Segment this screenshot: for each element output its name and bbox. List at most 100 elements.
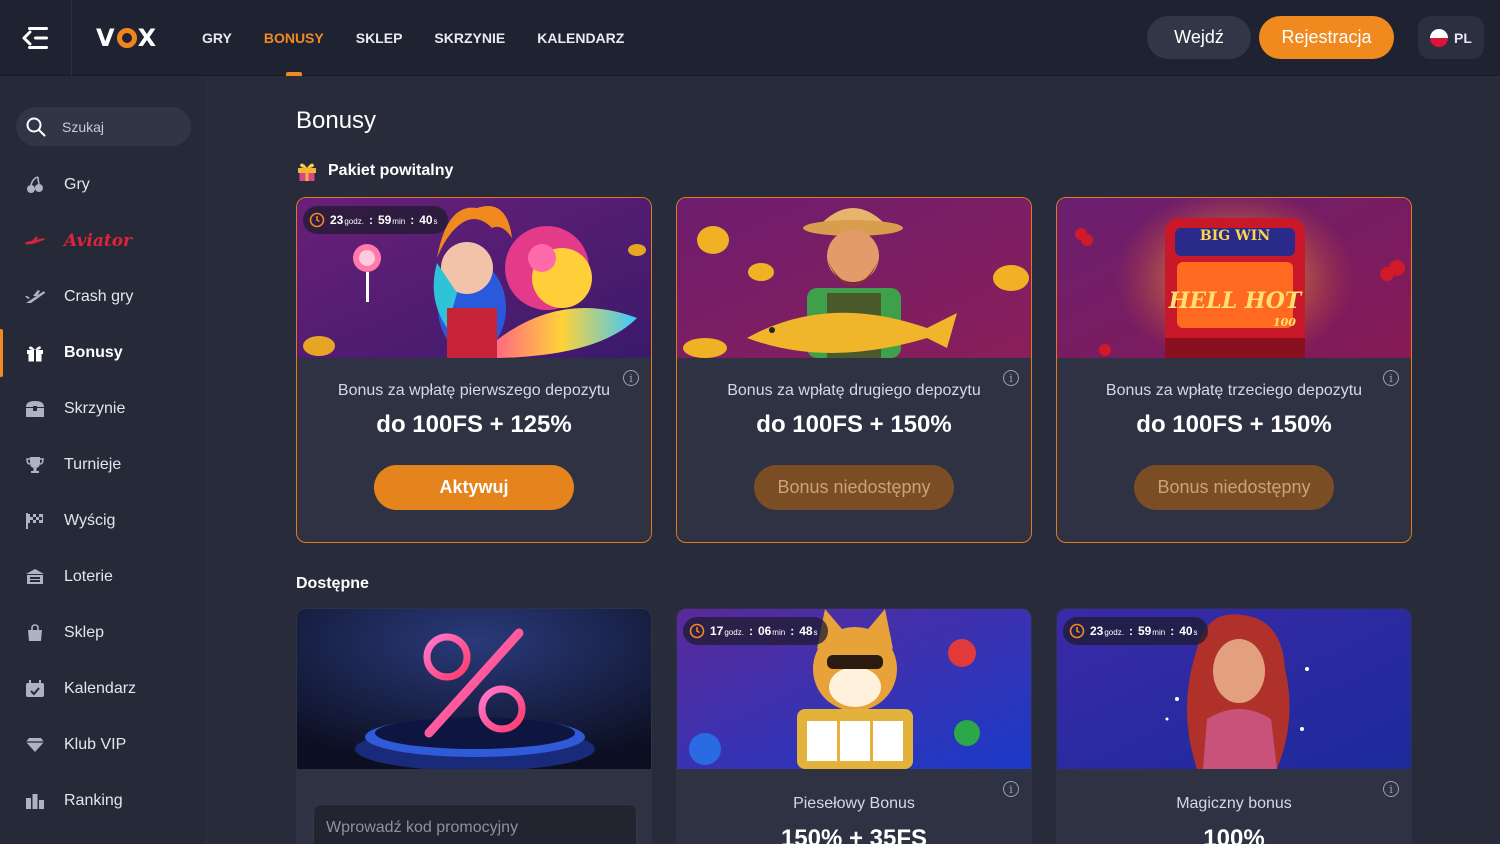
nav-gry[interactable]: GRY: [186, 0, 248, 76]
sidebar-toggle-button[interactable]: [0, 0, 72, 76]
search-icon: [26, 117, 46, 136]
nav-sklep[interactable]: SKLEP: [340, 0, 419, 76]
trophy-icon: [24, 454, 46, 476]
promo-code-card: Wprowadź kod promocyjny: [296, 608, 652, 844]
register-button[interactable]: Rejestracja: [1259, 16, 1394, 59]
language-selector[interactable]: PL: [1418, 16, 1484, 59]
countdown-timer: 23godz. : 59min : 40s: [1063, 617, 1208, 645]
bonus-value: do 100FS + 150%: [756, 411, 952, 438]
welcome-section-heading: Pakiet powitalny: [296, 160, 453, 182]
big-win-text: BIG WIN: [1199, 228, 1271, 244]
bonus-description: Bonus za wpłatę drugiego depozytu: [727, 382, 981, 399]
logo-o-mark: [116, 28, 137, 48]
slot-logo-text: HELL HOT: [1168, 288, 1302, 314]
race-flag-icon: [24, 510, 46, 532]
top-header: VX GRY BONUSY SKLEP SKRZYNIE KALENDARZ W…: [0, 0, 1500, 76]
shopping-bag-icon: [24, 622, 46, 644]
bonus-card-pieselowy: 17godz. : 06min : 48s i Piesełowy Bonus …: [676, 608, 1032, 844]
timer-minutes: 06min: [757, 624, 786, 638]
bonus-banner-dog: 17godz. : 06min : 48s: [677, 609, 1031, 769]
clock-icon: [309, 212, 325, 228]
timer-seconds: 48s: [799, 624, 818, 638]
search-placeholder: Szukaj: [62, 118, 105, 135]
gift-icon: [298, 163, 316, 181]
sidebar-item-klub-vip[interactable]: Klub VIP: [0, 717, 206, 773]
timer-minutes: 59min: [377, 213, 406, 227]
sidebar-item-label: Turnieje: [64, 456, 122, 473]
timer-seconds: 40s: [419, 213, 438, 227]
promo-banner-percent: [297, 609, 651, 769]
brand-logo[interactable]: VX: [96, 24, 157, 52]
sidebar-item-turnieje[interactable]: Turnieje: [0, 437, 206, 493]
countdown-timer: 23godz. : 59min : 40s: [303, 206, 448, 234]
bonus-value: 150% + 35FS: [780, 825, 928, 844]
timer-minutes: 59min: [1137, 624, 1166, 638]
promo-code-input[interactable]: Wprowadź kod promocyjny: [313, 804, 637, 844]
bonus-unavailable-button[interactable]: Bonus niedostępny: [754, 465, 954, 510]
bonus-card-second-deposit: i Bonus za wpłatę drugiego depozytu do 1…: [676, 197, 1032, 543]
bonus-description: Bonus za wpłatę pierwszego depozytu: [337, 382, 611, 399]
search-input[interactable]: Szukaj: [16, 107, 191, 146]
ranking-icon: [24, 790, 46, 812]
sidebar-item-crash-gry[interactable]: Crash gry: [0, 269, 206, 325]
sidebar-item-bonusy[interactable]: Bonusy: [0, 325, 206, 381]
cherry-icon: [24, 174, 46, 196]
sidebar-item-label: Sklep: [64, 624, 105, 641]
sidebar-menu: Gry Aviator Crash gry Bonusy Skrzynie Tu…: [0, 157, 206, 829]
sidebar-item-label: Gry: [64, 176, 90, 193]
bonus-unavailable-button[interactable]: Bonus niedostępny: [1134, 465, 1334, 510]
sidebar-item-skrzynie[interactable]: Skrzynie: [0, 381, 206, 437]
sidebar-item-label: Loterie: [64, 568, 113, 585]
nav-bonusy[interactable]: BONUSY: [248, 0, 340, 76]
sidebar-item-label: Crash gry: [64, 288, 134, 305]
sidebar-item-sklep[interactable]: Sklep: [0, 605, 206, 661]
bonus-banner-fisherman: [677, 198, 1031, 358]
sidebar-item-aviator[interactable]: Aviator: [0, 213, 206, 269]
collapse-menu-icon: [22, 27, 48, 49]
chest-icon: [24, 398, 46, 420]
available-section-heading: Dostępne: [296, 575, 369, 593]
sidebar-item-label: Wyścig: [64, 512, 116, 529]
clock-icon: [1069, 623, 1085, 639]
language-code: PL: [1454, 29, 1472, 46]
clock-icon: [689, 623, 705, 639]
bonus-value: 100%: [1203, 825, 1265, 844]
welcome-section-title: Pakiet powitalny: [328, 162, 454, 179]
bonus-value: do 100FS + 150%: [1136, 411, 1332, 438]
sidebar-item-label: Skrzynie: [64, 400, 126, 417]
bonus-description: Piesełowy Bonus: [793, 795, 915, 812]
bonus-description: Bonus za wpłatę trzeciego depozytu: [1105, 382, 1363, 399]
plane-icon: [24, 230, 46, 252]
sidebar-item-wyscig[interactable]: Wyścig: [0, 493, 206, 549]
sidebar-item-label: Ranking: [64, 792, 123, 809]
sidebar-item-label: Aviator: [64, 231, 132, 251]
available-section-title: Dostępne: [296, 575, 369, 592]
timer-hours: 23godz.: [1090, 624, 1124, 638]
sidebar-item-ranking[interactable]: Ranking: [0, 773, 206, 829]
gift-icon: [24, 342, 46, 364]
lottery-icon: [24, 566, 46, 588]
bonus-banner-jester: 23godz. : 59min : 40s: [297, 198, 651, 358]
jet-icon: [24, 286, 46, 308]
timer-hours: 17godz.: [710, 624, 744, 638]
poland-flag-icon: [1430, 28, 1449, 47]
activate-bonus-button[interactable]: Aktywuj: [374, 465, 574, 510]
bonus-banner-woman: 23godz. : 59min : 40s: [1057, 609, 1411, 769]
sidebar-item-kalendarz[interactable]: Kalendarz: [0, 661, 206, 717]
calendar-icon: [24, 678, 46, 700]
login-button[interactable]: Wejdź: [1147, 16, 1251, 59]
diamond-icon: [24, 734, 46, 756]
top-nav: GRY BONUSY SKLEP SKRZYNIE KALENDARZ: [186, 0, 640, 76]
sidebar: Szukaj Gry Aviator Crash gry Bonusy Skrz…: [0, 77, 207, 844]
slot-logo-number: 100: [1273, 316, 1296, 329]
bonus-card-first-deposit: 23godz. : 59min : 40s i Bonus za wpłatę …: [296, 197, 652, 543]
sidebar-item-loterie[interactable]: Loterie: [0, 549, 206, 605]
sidebar-item-label: Klub VIP: [64, 736, 127, 753]
nav-kalendarz[interactable]: KALENDARZ: [521, 0, 640, 76]
bonus-value: do 100FS + 125%: [376, 411, 572, 438]
nav-skrzynie[interactable]: SKRZYNIE: [418, 0, 521, 76]
page-title: Bonusy: [296, 107, 377, 134]
bonus-banner-slot-machine: BIG WIN HELL HOT 100: [1057, 198, 1411, 358]
sidebar-item-gry[interactable]: Gry: [0, 157, 206, 213]
countdown-timer: 17godz. : 06min : 48s: [683, 617, 828, 645]
